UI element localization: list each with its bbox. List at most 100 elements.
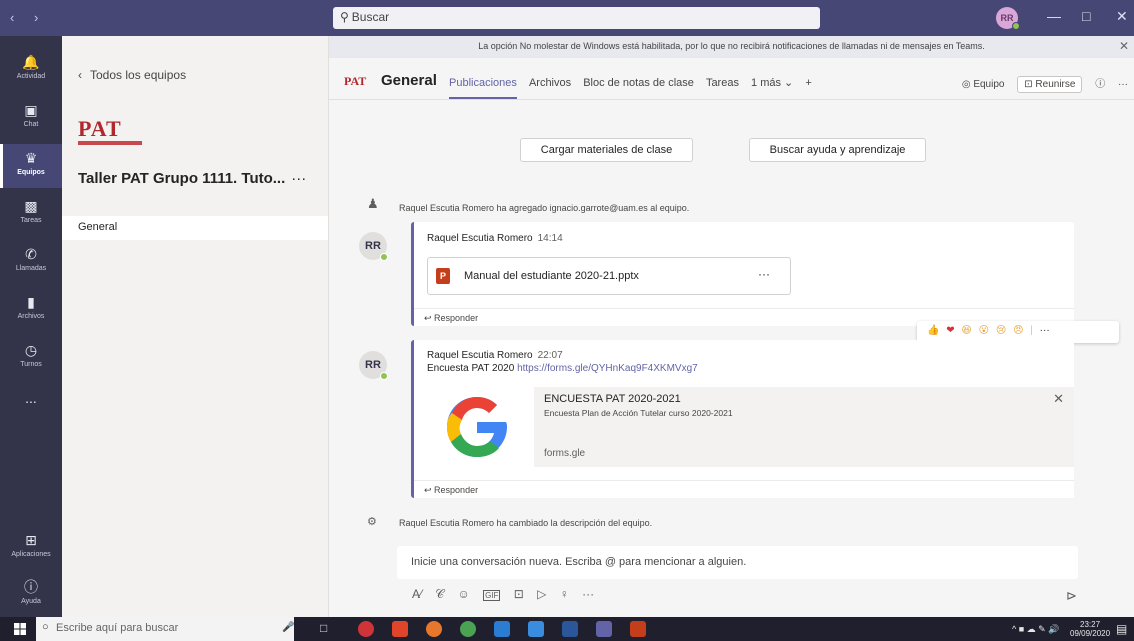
laugh-reaction[interactable]: 😆 — [961, 325, 971, 336]
team-more-button[interactable]: ··· — [291, 170, 306, 187]
info-icon[interactable]: ⓘ — [1095, 75, 1105, 90]
file-more-button[interactable]: ··· — [758, 267, 770, 281]
format-icon[interactable]: A⁄ — [412, 587, 422, 601]
presence-icon — [1012, 22, 1020, 30]
tab-more[interactable]: 1 más ⌄ — [751, 76, 793, 89]
windows-start-icon[interactable] — [14, 623, 26, 635]
meet-now-icon[interactable]: ▷ — [537, 587, 546, 601]
shifts-icon: ◷ — [24, 342, 38, 358]
gif-icon[interactable]: GIF — [483, 590, 501, 601]
upload-materials-button[interactable]: Cargar materiales de clase — [520, 138, 693, 162]
file-name: Manual del estudiante 2020-21.pptx — [464, 270, 639, 282]
minimize-icon[interactable]: — — [1047, 8, 1061, 24]
compose-box[interactable]: Inicie una conversación nueva. Escriba @… — [397, 546, 1078, 579]
rail-label: Turnos — [20, 361, 42, 368]
message-avatar[interactable]: RR — [359, 232, 388, 261]
rail-label: Llamadas — [15, 265, 47, 272]
message-link[interactable]: https://forms.gle/QYHnKaq9F4XKMVxg7 — [517, 363, 698, 374]
close-icon[interactable]: ✕ — [1116, 8, 1128, 25]
message-body: Encuesta PAT 2020 https://forms.gle/QYHn… — [427, 363, 698, 374]
link-preview[interactable]: ENCUESTA PAT 2020-2021 Encuesta Plan de … — [427, 387, 1074, 467]
find-help-button[interactable]: Buscar ayuda y aprendizaje — [749, 138, 926, 162]
rail-help[interactable]: ⓘ Ayuda — [0, 573, 62, 617]
rail-assignments[interactable]: ▩ Tareas — [0, 192, 62, 236]
rail-files[interactable]: ▮ Archivos — [0, 288, 62, 332]
acrobat-icon[interactable] — [392, 621, 408, 637]
help-icon: ⓘ — [24, 579, 38, 595]
presence-icon — [380, 253, 388, 261]
rail-teams[interactable]: ♛ Equipos — [0, 144, 62, 188]
add-tab-button[interactable]: + — [805, 77, 811, 89]
reactions-divider: | — [1030, 325, 1033, 336]
heart-reaction[interactable]: ❤ — [946, 325, 954, 336]
sticker-icon[interactable]: ⊡ — [514, 587, 524, 601]
rail-label: Equipos — [17, 169, 45, 176]
tab-assignments[interactable]: Tareas — [706, 77, 739, 89]
tab-files[interactable]: Archivos — [529, 77, 571, 89]
system-message: Raquel Escutia Romero ha agregado ignaci… — [399, 203, 690, 213]
avatar-initials: RR — [365, 240, 381, 252]
search-icon: ⚲ — [340, 10, 349, 24]
tab-class-notebook[interactable]: Bloc de notas de clase — [583, 77, 694, 89]
angry-reaction[interactable]: 😠 — [1013, 325, 1023, 336]
taskbar-clock[interactable]: 23:27 09/09/2020 — [1070, 620, 1110, 638]
task-view-icon[interactable]: □ — [320, 621, 327, 635]
search-input[interactable]: ⚲ Buscar — [333, 7, 820, 29]
opera-icon[interactable] — [358, 621, 374, 637]
like-reaction[interactable]: 👍 — [927, 325, 939, 336]
file-explorer-icon[interactable] — [528, 621, 544, 637]
send-icon[interactable]: ⊳ — [1066, 588, 1077, 604]
assignments-icon: ▩ — [24, 198, 38, 214]
preview-close-icon[interactable]: ✕ — [1053, 391, 1064, 407]
rail-chat[interactable]: ▣ Chat — [0, 96, 62, 140]
clock-time: 23:27 — [1080, 620, 1101, 629]
rail-more[interactable]: ... — [0, 384, 62, 428]
message-author: Raquel Escutia Romero 22:07 — [427, 350, 563, 361]
team-name: Taller PAT Grupo 1111. Tuto... ··· — [78, 170, 306, 187]
message-avatar[interactable]: RR — [359, 351, 388, 380]
user-avatar[interactable]: RR — [996, 7, 1020, 30]
meet-button[interactable]: ⊡ Reunirse — [1017, 76, 1083, 93]
rail-shifts[interactable]: ◷ Turnos — [0, 336, 62, 380]
reply-button[interactable]: ↩ Responder — [414, 480, 1074, 498]
app-icon[interactable] — [494, 621, 510, 637]
notifications-icon[interactable]: ▤ — [1116, 622, 1127, 636]
surprised-reaction[interactable]: 😮 — [979, 325, 989, 336]
presence-icon — [380, 372, 388, 380]
emoji-icon[interactable]: ☺ — [457, 587, 469, 601]
word-icon[interactable] — [562, 621, 578, 637]
message-time: 14:14 — [537, 233, 563, 244]
rail-activity[interactable]: 🔔 Actividad — [0, 48, 62, 92]
team-button[interactable]: ◎ Equipo — [962, 79, 1005, 90]
teams-icon: ♛ — [24, 150, 38, 166]
message-more-button[interactable]: ··· — [1040, 325, 1050, 336]
nav-arrows[interactable]: ‹ › — [10, 10, 46, 25]
rail-label: Actividad — [16, 73, 46, 80]
channel-item-general[interactable]: General — [62, 216, 328, 240]
teams-taskbar-icon[interactable] — [596, 621, 612, 637]
compose-placeholder: Inicie una conversación nueva. Escriba @… — [411, 556, 747, 568]
microphone-icon[interactable]: 🎤 — [282, 622, 294, 633]
firefox-icon[interactable] — [426, 621, 442, 637]
more-options-icon[interactable]: ··· — [582, 587, 594, 601]
system-tray[interactable]: ^ ■ ☁ ✎ 🔊 — [1012, 624, 1059, 635]
all-teams-link[interactable]: ‹ Todos los equipos — [78, 68, 186, 82]
preview-description: Encuesta Plan de Acción Tutelar curso 20… — [544, 408, 733, 418]
rail-calls[interactable]: ✆ Llamadas — [0, 240, 62, 284]
title-bar: ‹ › ⚲ Buscar RR — □ ✕ — [0, 0, 1134, 36]
more-icon: ... — [25, 390, 37, 406]
tab-posts[interactable]: Publicaciones — [449, 77, 517, 99]
sad-reaction[interactable]: 😢 — [996, 325, 1006, 336]
attach-icon[interactable]: 𝒞 — [435, 587, 444, 602]
rail-apps[interactable]: ⊞ Aplicaciones — [0, 526, 62, 570]
taskbar-search[interactable]: ○ Escribe aquí para buscar — [36, 617, 294, 641]
powerpoint-taskbar-icon[interactable] — [630, 621, 646, 637]
maximize-icon[interactable]: □ — [1082, 8, 1090, 24]
message-card: Raquel Escutia Romero 22:07 Encuesta PAT … — [411, 340, 1074, 498]
praise-icon[interactable]: ♀ — [560, 587, 569, 601]
more-options-icon[interactable]: ··· — [1118, 79, 1128, 90]
chrome-icon[interactable] — [460, 621, 476, 637]
rail-label: Ayuda — [21, 598, 41, 605]
banner-close-icon[interactable]: ✕ — [1119, 39, 1129, 53]
file-attachment[interactable]: P Manual del estudiante 2020-21.pptx ··· — [427, 257, 791, 295]
